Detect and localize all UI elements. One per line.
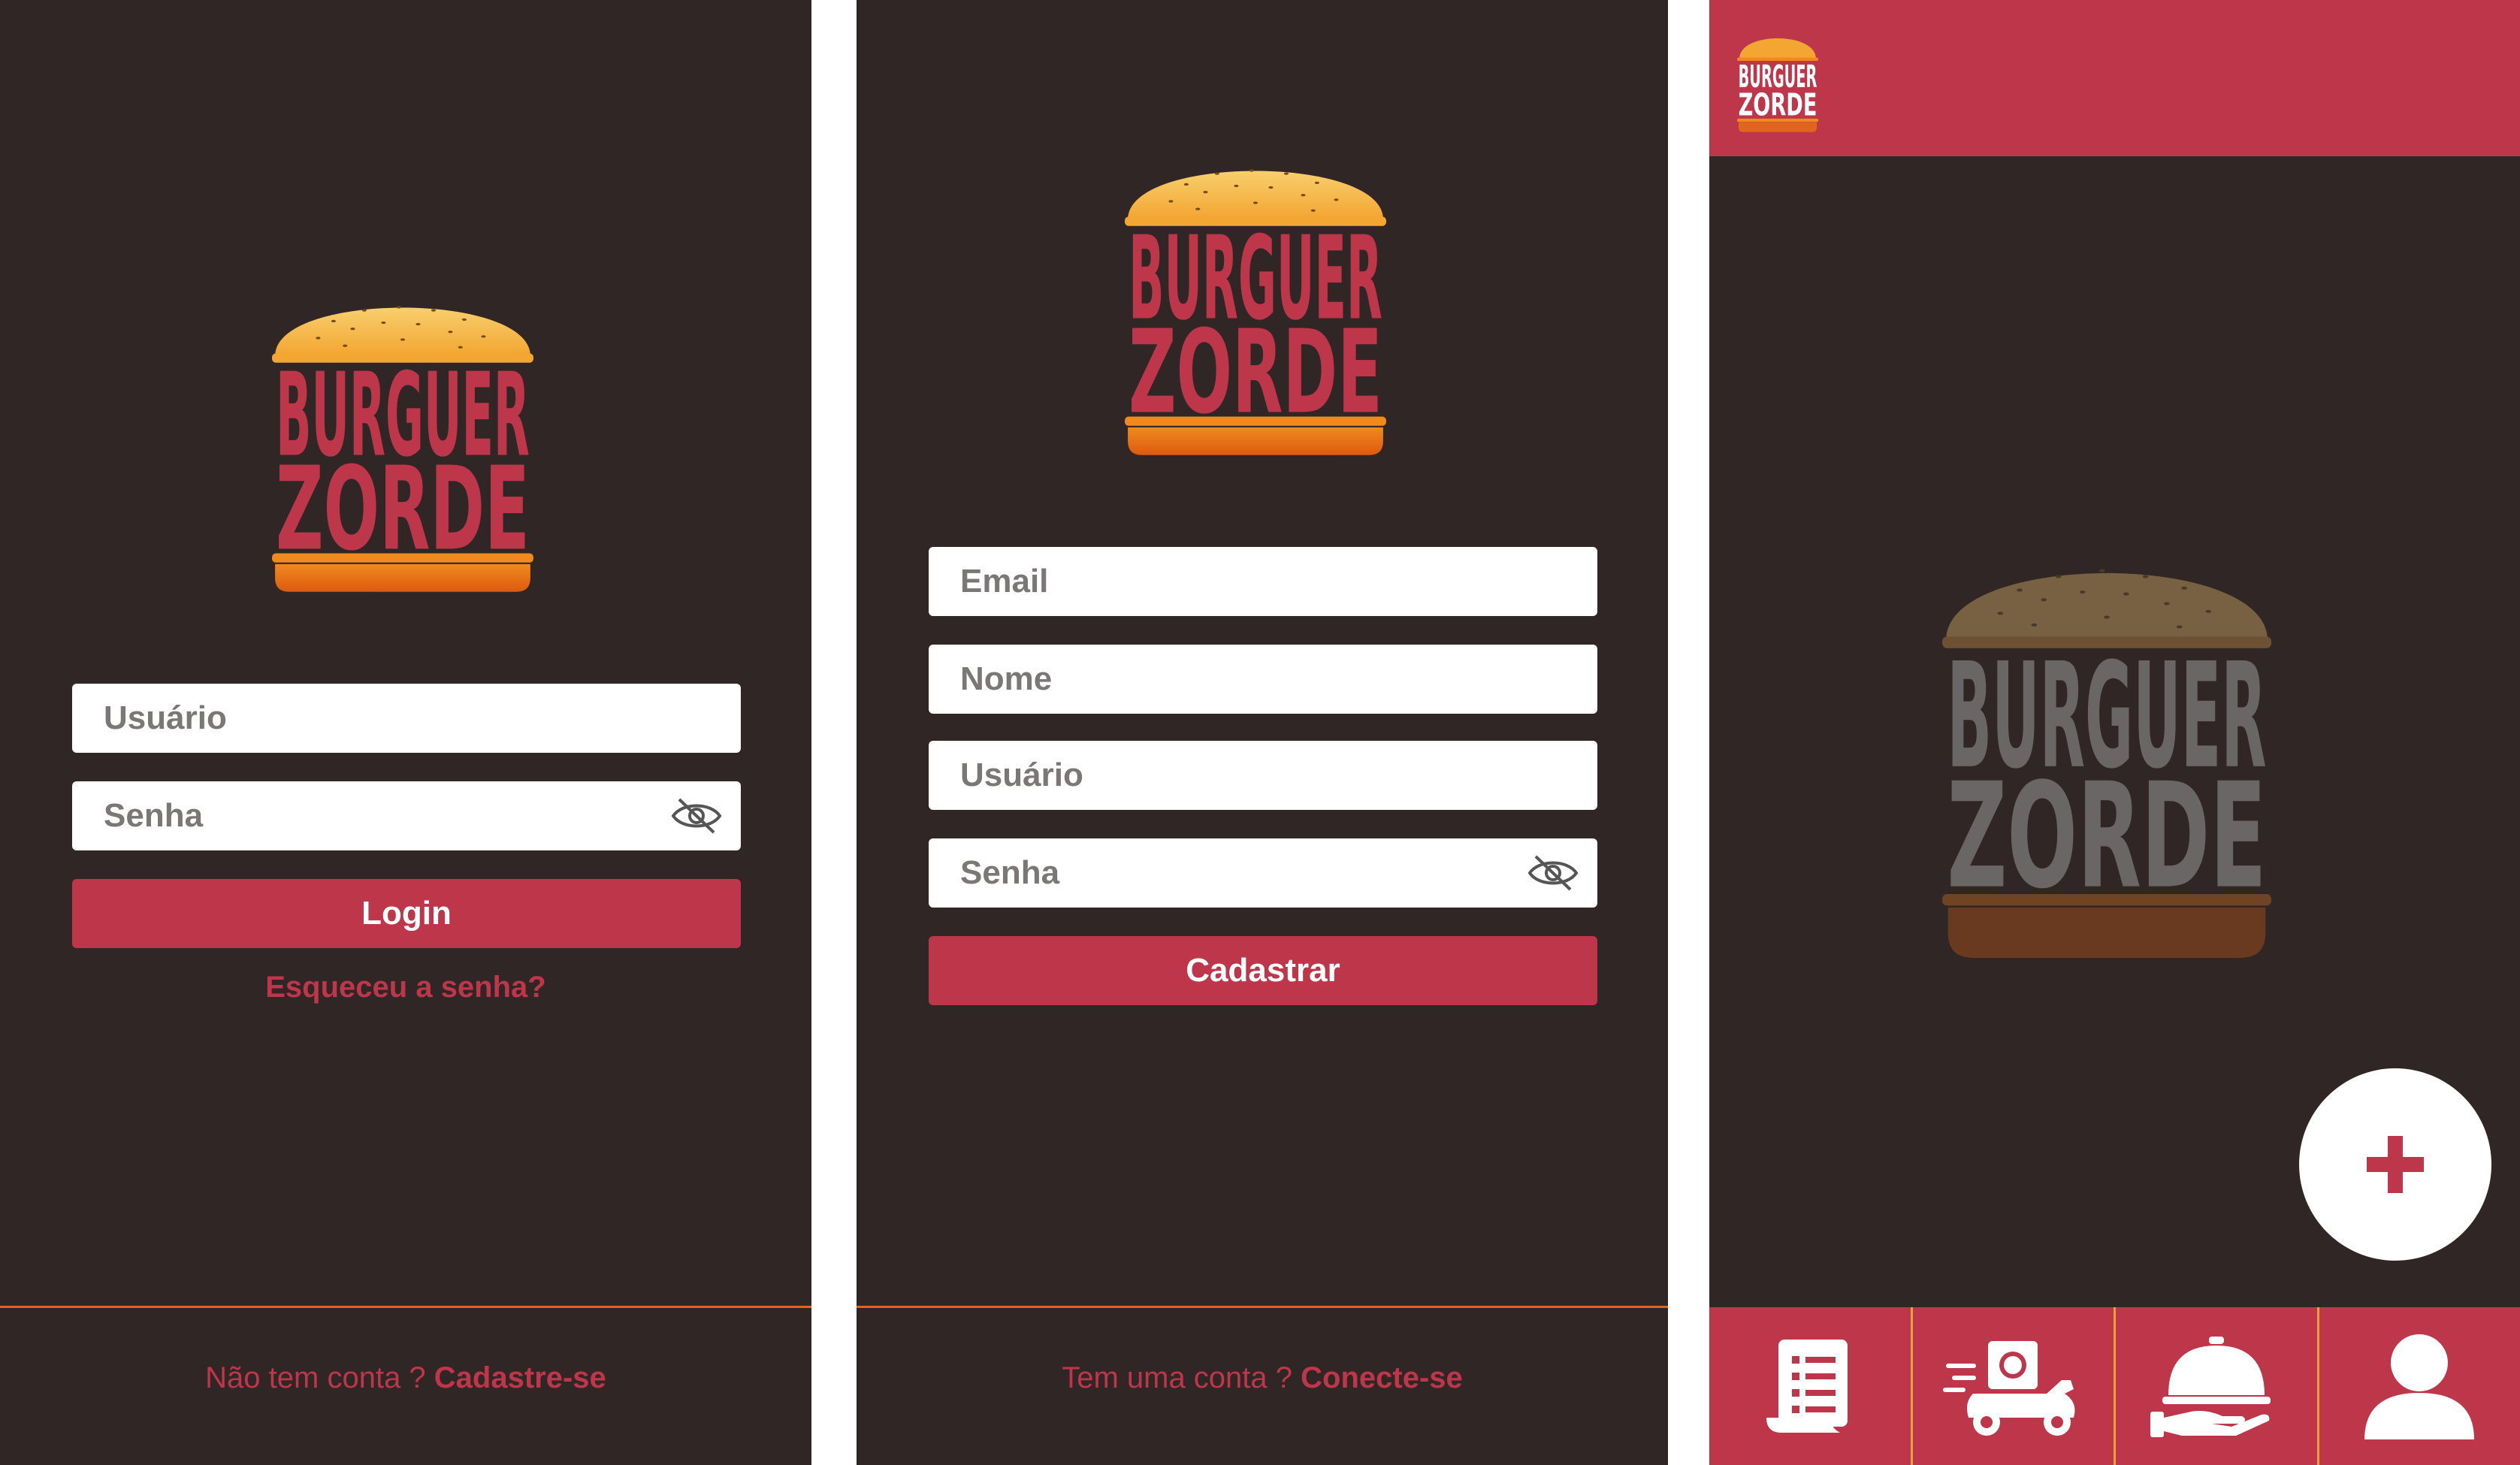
login-link[interactable]: Conecte-se: [1301, 1361, 1463, 1394]
brand-logo-small[interactable]: BURGUER ZORDE: [1737, 32, 1818, 132]
email-placeholder: Email: [960, 563, 1049, 600]
password-input[interactable]: Senha: [929, 838, 1597, 908]
menu-list-icon: [1766, 1340, 1848, 1433]
brand-logo: BURGUER ZORDE: [272, 284, 533, 592]
footer-divider: [857, 1306, 1668, 1308]
email-input[interactable]: Email: [929, 547, 1597, 616]
username-placeholder: Usuário: [104, 699, 227, 736]
password-placeholder: Senha: [104, 797, 204, 834]
username-input[interactable]: Usuário: [72, 684, 741, 753]
forgot-password-link[interactable]: Esqueceu a senha?: [0, 971, 811, 1004]
nav-profile[interactable]: [2316, 1307, 2520, 1465]
top-app-bar: BURGUER ZORDE: [1709, 0, 2520, 156]
bottom-navigation: [1709, 1307, 2520, 1465]
footer-signup: Não tem conta ? Cadastre-se: [0, 1361, 811, 1395]
name-input[interactable]: Nome: [929, 645, 1597, 714]
footer-prefix: Tem uma conta ?: [1062, 1361, 1293, 1394]
brand-line2: ZORDE: [1739, 86, 1817, 122]
eye-off-icon[interactable]: [669, 795, 724, 837]
brand-logo: BURGUER ZORDE: [1125, 147, 1386, 455]
login-button[interactable]: Login: [72, 879, 741, 948]
password-input[interactable]: Senha: [72, 781, 741, 850]
home-screen: BURGUER ZORDE BURGUER ZORDE: [1709, 0, 2520, 1465]
username-placeholder: Usuário: [960, 757, 1083, 793]
footer-prefix: Não tem conta ?: [205, 1361, 426, 1394]
brand-logo-watermark: BURGUER ZORDE: [1942, 541, 2271, 959]
nav-delivery[interactable]: [1910, 1307, 2114, 1465]
name-placeholder: Nome: [960, 660, 1053, 697]
password-placeholder: Senha: [960, 854, 1060, 891]
nav-orders[interactable]: [2114, 1307, 2317, 1465]
serving-cloche-icon: [2150, 1337, 2271, 1437]
footer-divider: [0, 1306, 811, 1308]
plus-icon: [2367, 1136, 2424, 1193]
signup-link[interactable]: Cadastre-se: [434, 1361, 606, 1394]
add-fab-button[interactable]: [2299, 1068, 2491, 1261]
signup-button[interactable]: Cadastrar: [929, 936, 1597, 1005]
signup-screen: BURGUER ZORDE Email Nome Usuário Senha C…: [857, 0, 1668, 1465]
nav-menu[interactable]: [1709, 1307, 1911, 1465]
username-input[interactable]: Usuário: [929, 741, 1597, 810]
eye-off-icon[interactable]: [1525, 852, 1581, 894]
user-profile-icon: [2364, 1334, 2475, 1439]
delivery-scooter-icon: [1943, 1341, 2075, 1436]
login-screen: BURGUER ZORDE Usuário Senha Login Esquec…: [0, 0, 811, 1465]
footer-login: Tem uma conta ? Conecte-se: [857, 1361, 1668, 1395]
